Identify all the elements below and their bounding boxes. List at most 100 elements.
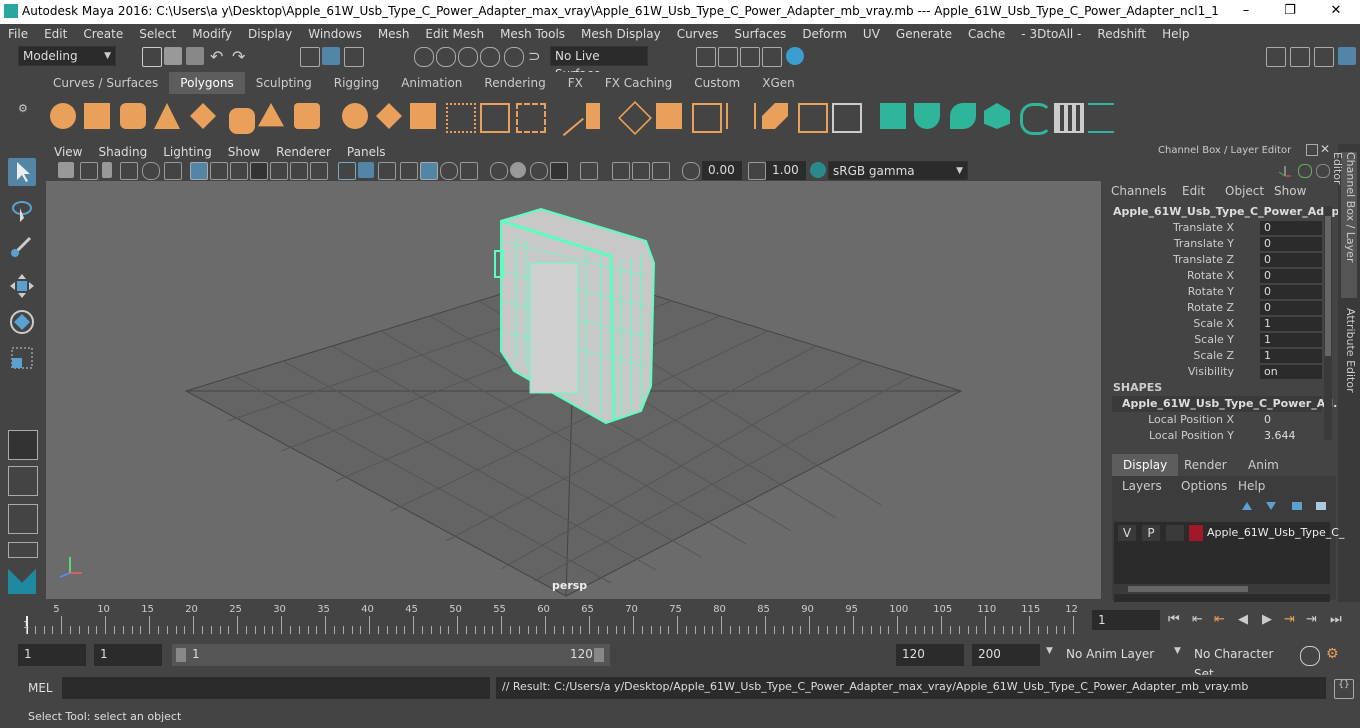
menu-file[interactable]: File: [0, 24, 36, 43]
color-management-icon[interactable]: [810, 162, 826, 178]
move-layer-down-icon[interactable]: [1264, 500, 1278, 512]
mode-dropdown[interactable]: Modeling ▼: [18, 46, 116, 66]
live-surface-field[interactable]: No Live Surface: [550, 46, 648, 81]
mirror-icon[interactable]: [410, 103, 436, 129]
show-menu[interactable]: Show: [1274, 184, 1306, 198]
screen-space-ao-icon[interactable]: [490, 162, 508, 180]
resolution-gate-icon[interactable]: [230, 162, 248, 180]
tab-channel-box-layer-editor[interactable]: Channel Box / Layer Editor: [1331, 152, 1357, 298]
poly-cube-icon[interactable]: [84, 103, 110, 129]
menu-mesh[interactable]: Mesh: [370, 24, 418, 43]
attr-rotate-z[interactable]: Rotate Z 0: [1108, 300, 1322, 316]
attr-value[interactable]: 0: [1260, 285, 1322, 299]
command-language-label[interactable]: MEL: [28, 681, 53, 695]
new-layer-selected-icon[interactable]: [1314, 500, 1328, 512]
time-ruler[interactable]: 1510152025303540455055606570758085909510…: [20, 602, 1086, 634]
menu-3dtoall[interactable]: - 3DtoAll -: [1013, 24, 1089, 43]
range-slider-bar[interactable]: 1 120: [172, 644, 610, 666]
attr-translate-z[interactable]: Translate Z 0: [1108, 252, 1322, 268]
move-layer-up-icon[interactable]: [1240, 500, 1254, 512]
layer-name[interactable]: Apple_61W_Usb_Type_C_: [1207, 526, 1344, 539]
poly-cylinder-icon[interactable]: [120, 103, 146, 129]
menu-generate[interactable]: Generate: [888, 24, 960, 43]
script-editor-icon[interactable]: {}: [1334, 679, 1354, 699]
step-forward-frame-icon[interactable]: ⇥: [1306, 612, 1324, 630]
motion-blur-icon[interactable]: [510, 162, 526, 178]
close-button[interactable]: ✕: [1326, 3, 1346, 21]
playback-start-field[interactable]: 1: [94, 644, 162, 666]
gamma-field[interactable]: 1.00: [766, 161, 806, 180]
default-material-icon[interactable]: [378, 162, 396, 180]
hypershade-icon[interactable]: [786, 47, 804, 65]
textured-icon[interactable]: [420, 162, 438, 180]
attr-translate-x[interactable]: Translate X 0: [1108, 220, 1322, 236]
outliner-layout-icon[interactable]: [8, 504, 38, 534]
menu-edit-mesh[interactable]: Edit Mesh: [417, 24, 492, 43]
shadows-icon[interactable]: [460, 162, 478, 180]
depth-of-field-icon[interactable]: [550, 162, 568, 180]
uv-spherical-icon[interactable]: [950, 103, 976, 129]
tab-fx-caching[interactable]: FX Caching: [594, 72, 683, 94]
offset-edge-loop-icon[interactable]: [726, 103, 756, 129]
select-object-icon[interactable]: [322, 47, 340, 65]
anim-layer-dropdown[interactable]: No Anim Layer: [1062, 644, 1162, 666]
edit-menu[interactable]: Edit: [1182, 184, 1205, 198]
move-tool-icon[interactable]: [8, 272, 36, 300]
tab-anim-layers[interactable]: Anim: [1248, 454, 1279, 476]
undo-icon[interactable]: ↶: [210, 47, 228, 66]
attr-rotate-y[interactable]: Rotate Y 0: [1108, 284, 1322, 300]
magnet-icon[interactable]: ⊃: [528, 47, 546, 65]
merge-icon[interactable]: [832, 103, 862, 133]
menu-mesh-display[interactable]: Mesh Display: [573, 24, 669, 43]
append-polygon-icon[interactable]: [762, 103, 788, 129]
attr-value[interactable]: 0: [1260, 301, 1322, 315]
attr-value[interactable]: 3.644: [1260, 429, 1322, 443]
channel-box-lock-icon[interactable]: [1298, 164, 1312, 178]
gate-mask-icon[interactable]: [250, 162, 268, 180]
open-scene-icon[interactable]: [164, 47, 182, 65]
attr-local-position-x[interactable]: Local Position X0: [1108, 412, 1318, 428]
tab-custom[interactable]: Custom: [683, 72, 751, 94]
attr-value[interactable]: 0: [1260, 413, 1322, 427]
bridge-icon[interactable]: [618, 101, 652, 135]
four-pane-layout-icon[interactable]: [8, 466, 38, 496]
character-set-dropdown[interactable]: No Character Set: [1190, 644, 1294, 681]
select-hierarchy-icon[interactable]: [300, 47, 320, 67]
snap-point-icon[interactable]: [458, 47, 478, 67]
paint-select-tool-icon[interactable]: [8, 232, 36, 260]
extrude-icon[interactable]: [586, 103, 600, 129]
attr-value[interactable]: on: [1260, 365, 1322, 379]
viewport-menu-shading[interactable]: Shading: [90, 144, 155, 161]
grease-pencil-icon[interactable]: [164, 162, 182, 180]
menu-surfaces[interactable]: Surfaces: [726, 24, 794, 43]
menu-display[interactable]: Display: [240, 24, 300, 43]
tab-display-layers[interactable]: Display: [1112, 454, 1179, 476]
redo-icon[interactable]: ↷: [232, 47, 250, 66]
menu-deform[interactable]: Deform: [794, 24, 855, 43]
end-time-field[interactable]: 200: [972, 644, 1040, 666]
tab-sculpting[interactable]: Sculpting: [245, 72, 323, 94]
go-to-start-icon[interactable]: ⏮: [1168, 612, 1186, 630]
step-back-key-icon[interactable]: ⇤: [1214, 612, 1232, 630]
menu-cache[interactable]: Cache: [960, 24, 1013, 43]
layer-display-type-toggle[interactable]: [1166, 525, 1184, 541]
layer-editor-scroll-thumb[interactable]: [1128, 586, 1248, 592]
tool-settings-toggle-icon[interactable]: [1314, 47, 1334, 67]
boolean-icon[interactable]: [516, 103, 546, 133]
use-all-lights-icon[interactable]: [440, 162, 458, 180]
gear-icon[interactable]: ⚙: [18, 102, 32, 116]
exposure-icon[interactable]: [682, 162, 700, 180]
new-scene-icon[interactable]: [142, 47, 162, 67]
uv-cut-sew-icon[interactable]: [1088, 103, 1114, 133]
multi-cut-icon[interactable]: [546, 97, 584, 137]
poly-torus-icon[interactable]: [224, 103, 260, 139]
attribute-editor-toggle-icon[interactable]: [1290, 47, 1310, 67]
chevron-down-icon[interactable]: ▼: [1174, 646, 1181, 656]
attr-visibility[interactable]: Visibility on: [1108, 364, 1322, 380]
attr-value[interactable]: 0: [1260, 269, 1322, 283]
poly-cone-icon[interactable]: [154, 103, 180, 129]
channel-box-toggle-icon[interactable]: [1338, 47, 1356, 65]
command-input[interactable]: [62, 677, 490, 699]
select-component-icon[interactable]: [344, 47, 364, 67]
tab-fx[interactable]: FX: [557, 72, 594, 94]
